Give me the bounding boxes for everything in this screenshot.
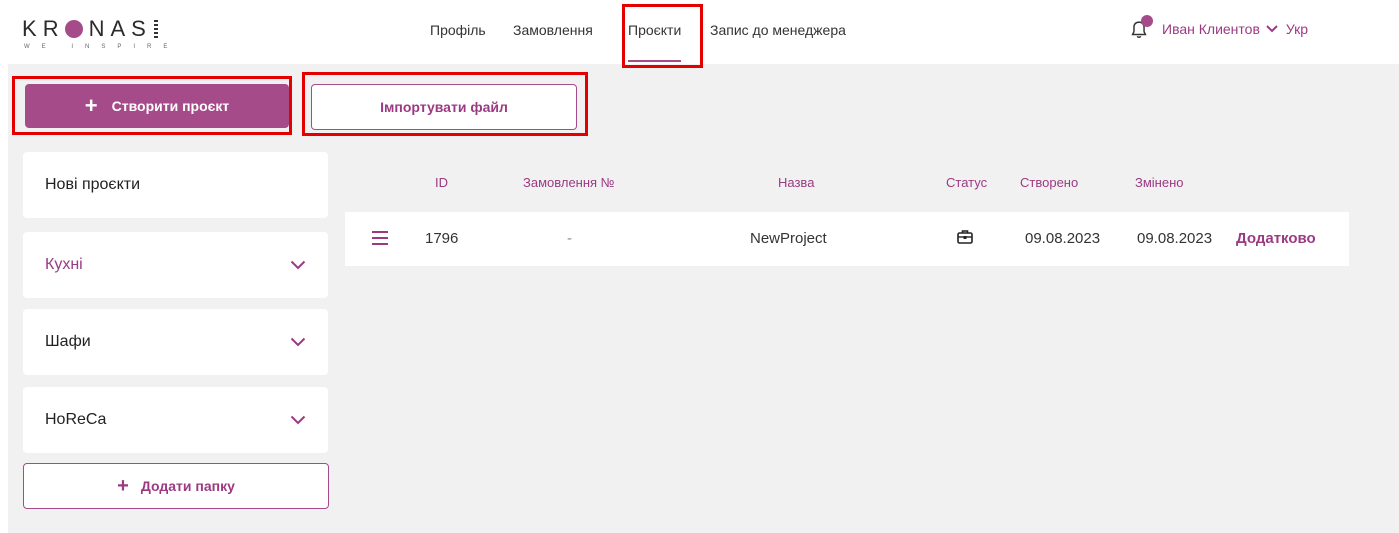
sidebar-item-wardrobes[interactable]: Шафи (23, 309, 328, 375)
language-switch[interactable]: Укр (1286, 21, 1308, 37)
more-link[interactable]: Додатково (1236, 230, 1316, 247)
add-folder-button[interactable]: + Додати папку (23, 463, 329, 509)
cell-modified: 09.08.2023 (1137, 230, 1213, 247)
highlight-create-project (12, 76, 292, 135)
chevron-down-icon[interactable] (1266, 25, 1278, 33)
sidebar-item-new-projects[interactable]: Нові проєкти (23, 152, 328, 218)
col-modified: Змінено (1135, 175, 1184, 190)
sidebar-item-horeca[interactable]: HoReCa (23, 387, 328, 453)
logo-tagline: WE INSPIRE (24, 44, 180, 50)
chevron-down-icon[interactable] (290, 415, 306, 425)
menu-icon[interactable] (372, 231, 388, 245)
highlight-import-file (302, 72, 588, 136)
table-row[interactable]: 1796 - NewProject 09.08.2023 09.08.2023 … (345, 212, 1349, 266)
cell-name: NewProject (750, 230, 827, 247)
plus-icon: + (117, 475, 129, 497)
user-name[interactable]: Иван Клиентов (1162, 21, 1260, 37)
col-status: Статус (946, 175, 988, 190)
notification-dot (1141, 15, 1153, 27)
col-created: Створено (1020, 175, 1079, 190)
highlight-projects-tab (622, 4, 703, 68)
chevron-down-icon[interactable] (290, 260, 306, 270)
briefcase-icon (956, 228, 974, 250)
kronas-logo[interactable]: KR NAS WE INSPIRE (22, 16, 179, 50)
col-name: Назва (778, 175, 815, 190)
col-id: ID (435, 175, 448, 190)
bell-icon[interactable] (1128, 15, 1153, 40)
sidebar-item-kitchens[interactable]: Кухні (23, 232, 328, 298)
table-header: ID Замовлення № Назва Статус Створено Зм… (345, 152, 1349, 212)
chevron-down-icon[interactable] (290, 337, 306, 347)
projects-table: ID Замовлення № Назва Статус Створено Зм… (345, 152, 1349, 266)
cell-created: 09.08.2023 (1025, 230, 1101, 247)
cell-order: - (567, 230, 572, 247)
nav-orders[interactable]: Замовлення (513, 22, 593, 38)
nav-profile[interactable]: Профіль (430, 22, 486, 38)
user-menu[interactable]: Иван Клиентов Укр (1128, 15, 1308, 40)
col-order: Замовлення № (523, 175, 615, 190)
cell-id: 1796 (425, 230, 459, 247)
nav-manager-appointment[interactable]: Запис до менеджера (710, 22, 846, 38)
logo-dot (64, 20, 83, 38)
